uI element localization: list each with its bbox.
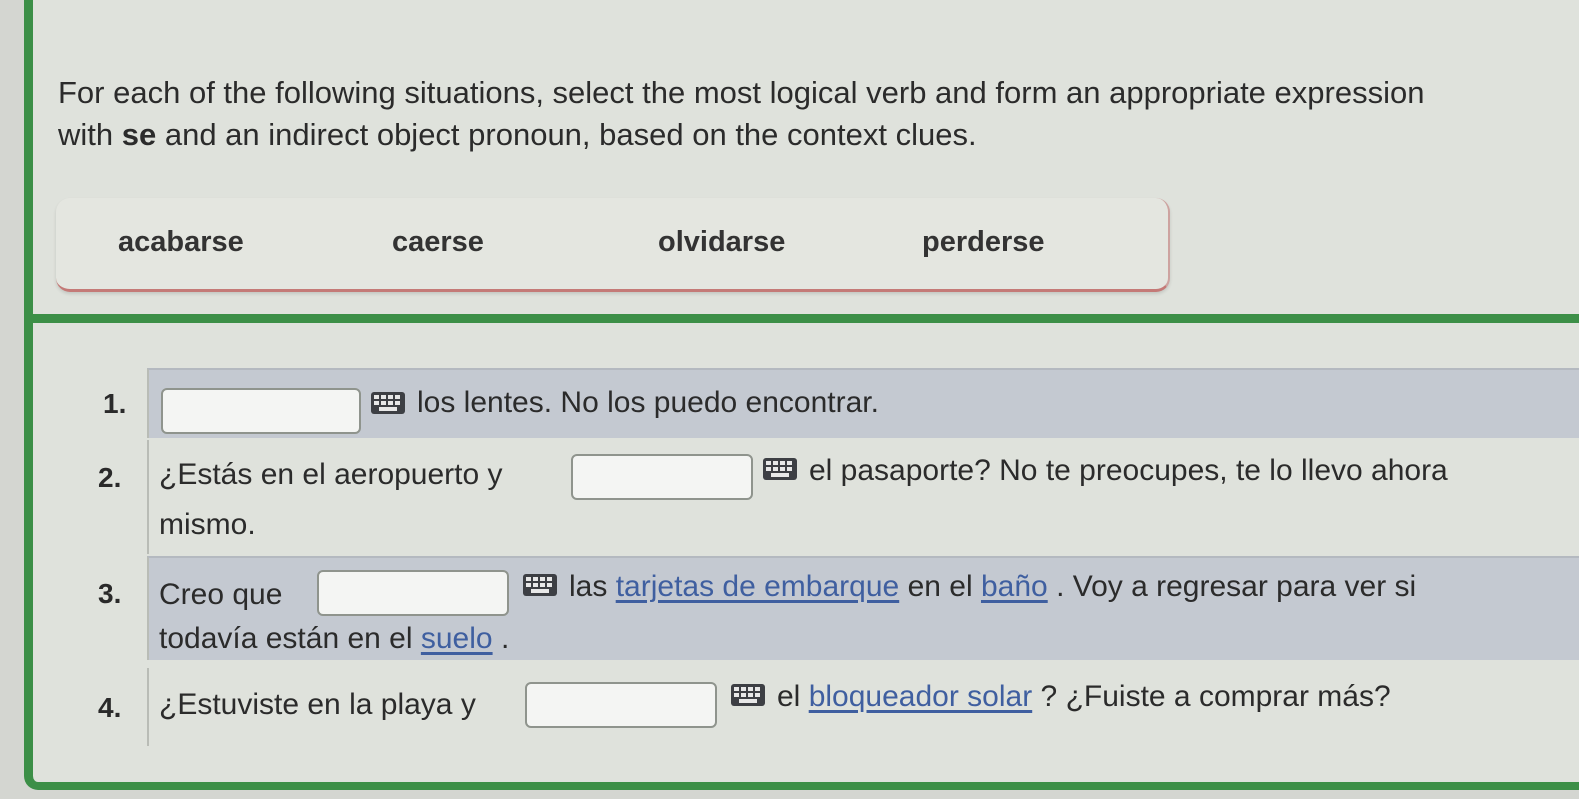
instructions-bold-se: se bbox=[121, 117, 157, 152]
keyboard-icon[interactable] bbox=[731, 684, 765, 706]
question-text: los lentes. No los puedo encontrar. bbox=[417, 386, 879, 419]
instructions-line2-pre: with bbox=[58, 117, 122, 152]
vocab-link-suelo[interactable]: suelo bbox=[421, 622, 493, 655]
text-segment: ? ¿Fuiste a comprar más? bbox=[1040, 680, 1391, 713]
question-text-line2: mismo. bbox=[159, 508, 256, 541]
question-row-4: ¿Estuviste en la playa y el bloqueador s… bbox=[147, 668, 1579, 746]
question-row-2: ¿Estás en el aeropuerto y el pasaporte? … bbox=[147, 440, 1579, 554]
answer-input-1[interactable] bbox=[161, 388, 361, 434]
keyboard-icon[interactable] bbox=[371, 392, 405, 414]
question-row-3: Creo que las tarjetas de embarque en el … bbox=[147, 556, 1579, 660]
text-segment: . bbox=[500, 622, 510, 655]
text-segment: las bbox=[569, 570, 608, 603]
text-segment: . Voy a regresar para ver si bbox=[1056, 570, 1417, 603]
keyboard-icon[interactable] bbox=[523, 574, 557, 596]
instructions-line1: For each of the following situations, se… bbox=[58, 75, 1425, 110]
text-segment: todavía están en el bbox=[159, 622, 413, 655]
question-text: las tarjetas de embarque en el baño . Vo… bbox=[569, 570, 1416, 604]
question-number: 3. bbox=[98, 578, 122, 609]
question-text-line2: todavía están en el suelo . bbox=[159, 622, 509, 656]
word-bank-item: perderse bbox=[922, 226, 1045, 258]
question-number: 4. bbox=[98, 692, 122, 723]
answer-input-3[interactable] bbox=[317, 570, 509, 616]
answer-input-4[interactable] bbox=[525, 682, 717, 728]
question-text: ¿Estás en el aeropuerto y bbox=[159, 458, 503, 491]
vocab-link-bano[interactable]: baño bbox=[981, 570, 1048, 603]
instructions-line2-post: and an indirect object pronoun, based on… bbox=[156, 117, 977, 152]
word-bank-item: olvidarse bbox=[658, 226, 786, 258]
vocab-link-bloqueador[interactable]: bloqueador solar bbox=[809, 680, 1033, 713]
question-text: Creo que bbox=[159, 578, 283, 611]
word-bank-item: acabarse bbox=[118, 226, 244, 258]
answer-input-2[interactable] bbox=[571, 454, 753, 500]
question-text: el pasaporte? No te preocupes, te lo lle… bbox=[809, 454, 1448, 487]
instructions: For each of the following situations, se… bbox=[58, 72, 1579, 156]
question-row-1: los lentes. No los puedo encontrar. bbox=[147, 368, 1579, 438]
word-bank-item: caerse bbox=[392, 226, 484, 258]
keyboard-icon[interactable] bbox=[763, 458, 797, 480]
vocab-link-tarjetas[interactable]: tarjetas de embarque bbox=[616, 570, 900, 603]
question-text: ¿Estuviste en la playa y bbox=[159, 688, 476, 721]
word-bank: acabarse caerse olvidarse perderse bbox=[56, 198, 1170, 292]
question-text: el bloqueador solar ? ¿Fuiste a comprar … bbox=[777, 680, 1391, 714]
text-segment: el bbox=[777, 680, 801, 713]
text-segment: en el bbox=[907, 570, 973, 603]
question-number: 1. bbox=[103, 388, 127, 419]
question-number: 2. bbox=[98, 462, 122, 493]
section-divider bbox=[33, 314, 1579, 323]
